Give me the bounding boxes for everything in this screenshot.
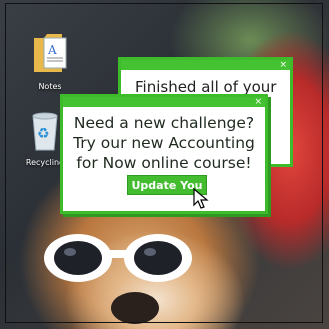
popup-titlebar[interactable]: × [121,60,290,70]
svg-text:♻: ♻ [37,126,50,142]
recycle-bin-icon: ♻ [32,112,58,151]
dog-nose-image [111,292,159,324]
close-icon[interactable]: × [254,95,262,109]
desktop-icon-label: Notes [38,82,62,91]
sunglasses-image [44,234,192,282]
popup-back-text: Finished all of your [135,78,277,96]
desktop-icon-notes[interactable]: A Notes [20,28,80,91]
popup-window-front[interactable]: × Need a new challenge? Try our new Acco… [60,94,268,214]
close-icon[interactable]: × [279,58,287,72]
mouse-cursor-icon [193,188,209,209]
notes-file-icon: A [34,34,67,72]
popup-message: Need a new challenge? Try our new Accoun… [73,114,255,172]
popup-titlebar[interactable]: × [63,97,265,107]
svg-text:A: A [47,43,57,57]
